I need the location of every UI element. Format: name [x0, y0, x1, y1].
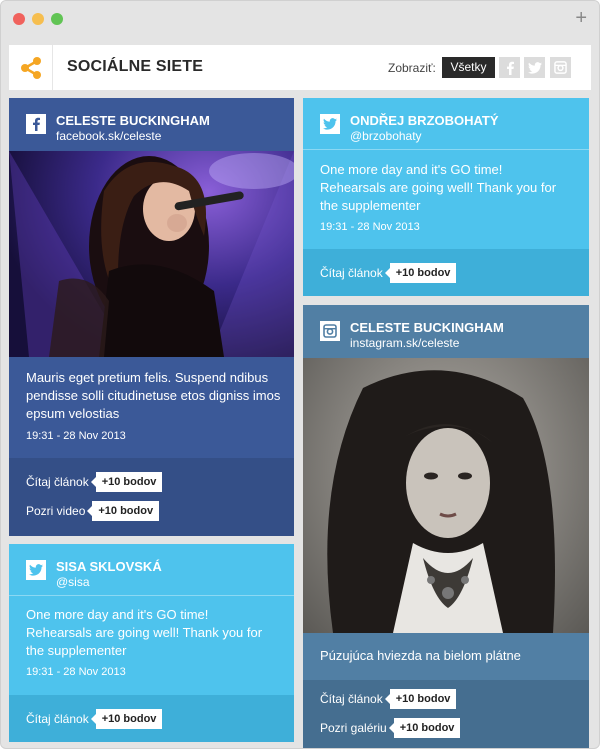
read-article-action[interactable]: Čítaj článok +10 bodov — [26, 709, 163, 729]
author-handle[interactable]: instagram.sk/celeste — [350, 336, 459, 350]
post-actions: Čítaj článok +10 bodov Pozri galériu +10… — [303, 680, 589, 748]
points-badge: +10 bodov — [90, 472, 163, 492]
points-badge: +10 bodov — [90, 709, 163, 729]
watch-video-action[interactable]: Pozri video +10 bodov — [26, 501, 160, 521]
post-body: Mauris eget pretium felis. Suspend ndibu… — [9, 357, 294, 458]
points-badge: +10 bodov — [87, 501, 160, 521]
post-timestamp: 19:31 - 28 Nov 2013 — [26, 666, 126, 678]
instagram-icon — [554, 61, 567, 74]
post-text: One more day and it's GO time! Rehearsal… — [26, 607, 263, 658]
action-label[interactable]: Pozri video — [26, 504, 85, 518]
author-name[interactable]: ONDŘEJ BRZOBOHATÝ — [350, 113, 499, 128]
post-timestamp: 19:31 - 28 Nov 2013 — [320, 221, 420, 233]
post-text: Mauris eget pretium felis. Suspend ndibu… — [26, 370, 281, 421]
author-name[interactable]: CELESTE BUCKINGHAM — [350, 320, 504, 335]
facebook-icon — [506, 61, 514, 75]
filter-label: Zobraziť: — [388, 61, 436, 75]
post-actions: Čítaj článok +10 bodov — [303, 249, 589, 296]
post-photo[interactable] — [303, 358, 589, 633]
minimize-window-button[interactable] — [32, 13, 44, 25]
read-article-action[interactable]: Čítaj článok +10 bodov — [320, 263, 457, 283]
twitter-post-card: ONDŘEJ BRZOBOHATÝ @brzobohaty One more d… — [303, 98, 589, 296]
twitter-icon — [26, 560, 46, 580]
action-label[interactable]: Čítaj článok — [320, 692, 383, 706]
post-timestamp: 19:31 - 28 Nov 2013 — [26, 430, 126, 442]
points-badge: +10 bodov — [384, 263, 457, 283]
post-text: One more day and it's GO time! Rehearsal… — [320, 162, 557, 213]
author-name[interactable]: CELESTE BUCKINGHAM — [56, 113, 210, 128]
card-header: CELESTE BUCKINGHAM instagram.sk/celeste — [303, 305, 589, 357]
filter-facebook-button[interactable] — [499, 57, 520, 78]
new-tab-icon[interactable]: + — [575, 7, 587, 29]
post-actions: Čítaj článok +10 bodov — [9, 695, 294, 742]
twitter-icon — [320, 114, 340, 134]
view-gallery-action[interactable]: Pozri galériu +10 bodov — [320, 718, 461, 738]
filter-all-button[interactable]: Všetky — [442, 57, 495, 78]
author-handle[interactable]: facebook.sk/celeste — [56, 129, 161, 143]
post-text: Púzujúca hviezda na bielom plátne — [320, 648, 521, 663]
instagram-post-card: CELESTE BUCKINGHAM instagram.sk/celeste … — [303, 305, 589, 748]
points-badge: +10 bodov — [388, 718, 461, 738]
facebook-icon — [26, 114, 46, 134]
post-actions: Čítaj článok +10 bodov Pozri video +10 b… — [9, 458, 294, 536]
page-title: SOCIÁLNE SIETE — [67, 58, 204, 75]
action-label[interactable]: Pozri galériu — [320, 721, 387, 735]
maximize-window-button[interactable] — [51, 13, 63, 25]
facebook-post-card: CELESTE BUCKINGHAM facebook.sk/celeste M… — [9, 98, 294, 536]
instagram-icon — [320, 321, 340, 341]
read-article-action[interactable]: Čítaj článok +10 bodov — [320, 689, 457, 709]
filter-twitter-button[interactable] — [524, 57, 545, 78]
twitter-post-card: SISA SKLOVSKÁ @sisa One more day and it'… — [9, 544, 294, 742]
filter-instagram-button[interactable] — [550, 57, 571, 78]
twitter-icon — [527, 61, 542, 74]
share-icon — [9, 45, 53, 90]
social-header: SOCIÁLNE SIETE Zobraziť: Všetky — [9, 45, 591, 90]
card-header: ONDŘEJ BRZOBOHATÝ @brzobohaty — [303, 98, 589, 150]
read-article-action[interactable]: Čítaj článok +10 bodov — [26, 472, 163, 492]
points-badge: +10 bodov — [384, 689, 457, 709]
author-name[interactable]: SISA SKLOVSKÁ — [56, 559, 162, 574]
author-handle[interactable]: @sisa — [56, 575, 90, 589]
action-label[interactable]: Čítaj článok — [320, 266, 383, 280]
window-titlebar: + — [1, 1, 599, 37]
card-header: CELESTE BUCKINGHAM facebook.sk/celeste — [9, 98, 294, 150]
post-body: Púzujúca hviezda na bielom plátne — [303, 633, 589, 680]
browser-window: + SOCIÁLNE SIETE Zobraziť: Všetky CELEST… — [0, 0, 600, 749]
post-photo[interactable] — [9, 151, 294, 357]
action-label[interactable]: Čítaj článok — [26, 712, 89, 726]
close-window-button[interactable] — [13, 13, 25, 25]
action-label[interactable]: Čítaj článok — [26, 475, 89, 489]
author-handle[interactable]: @brzobohaty — [350, 129, 422, 143]
card-header: SISA SKLOVSKÁ @sisa — [9, 544, 294, 596]
